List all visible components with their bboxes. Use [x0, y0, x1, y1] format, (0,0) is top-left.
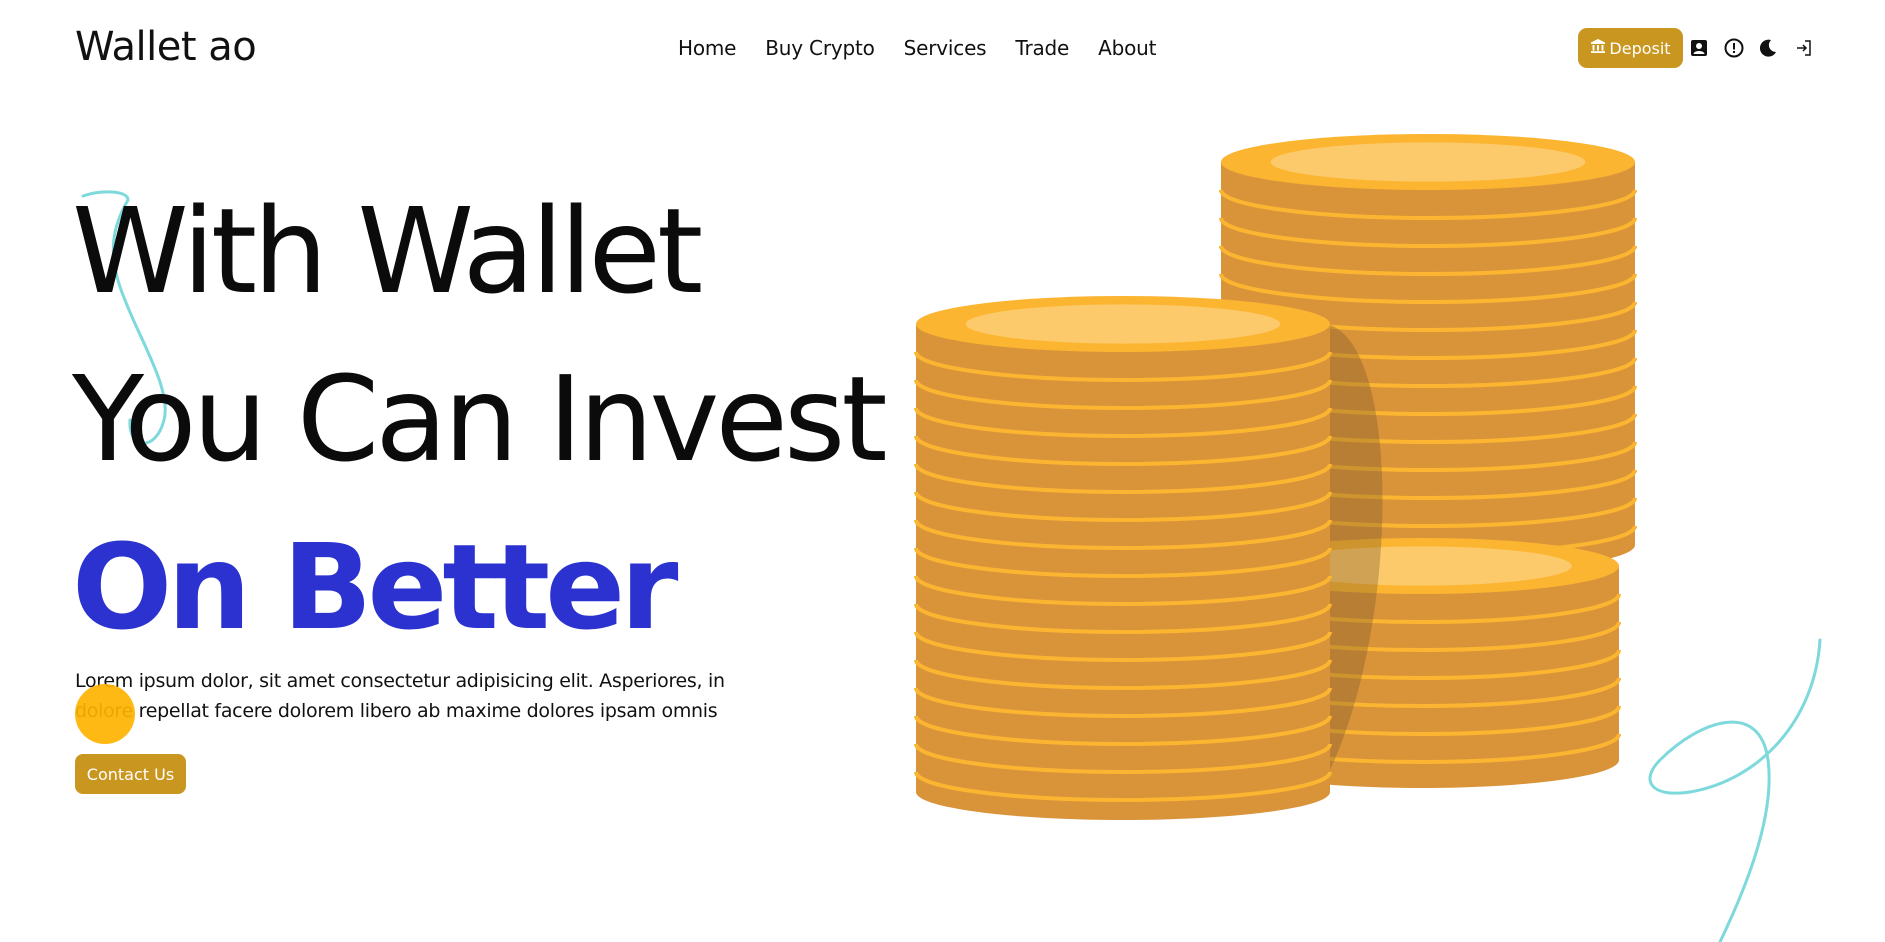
nav-link-home[interactable]: Home	[678, 36, 736, 60]
cursor-highlight	[75, 684, 135, 744]
coin-stack-front	[914, 296, 1332, 820]
deposit-label: Deposit	[1609, 38, 1671, 58]
hero-description: Lorem ipsum dolor, sit amet consectetur …	[75, 670, 725, 722]
alert-circle-icon[interactable]	[1723, 37, 1745, 59]
deposit-button[interactable]: Deposit	[1578, 28, 1683, 68]
top-navbar: Wallet ao Home Buy Crypto Services Trade…	[0, 0, 1885, 100]
nav-link-about[interactable]: About	[1098, 36, 1156, 60]
contact-us-button[interactable]: Contact Us	[75, 754, 186, 794]
hero-title-line-1: With Wallet	[72, 182, 703, 320]
brand-logo[interactable]: Wallet ao	[75, 24, 257, 70]
bank-icon	[1590, 38, 1606, 58]
moon-icon[interactable]	[1757, 37, 1779, 59]
user-card-icon[interactable]	[1688, 37, 1710, 59]
sign-in-icon[interactable]	[1793, 37, 1815, 59]
nav-links: Home Buy Crypto Services Trade About	[678, 36, 1157, 60]
nav-link-trade[interactable]: Trade	[1015, 36, 1069, 60]
nav-link-services[interactable]: Services	[904, 36, 987, 60]
nav-link-buy-crypto[interactable]: Buy Crypto	[765, 36, 875, 60]
coin-stacks-illustration	[914, 134, 1637, 820]
hero-title-line-2: You Can Invest	[72, 350, 888, 488]
hero-title-line-3: On Better	[72, 518, 678, 656]
